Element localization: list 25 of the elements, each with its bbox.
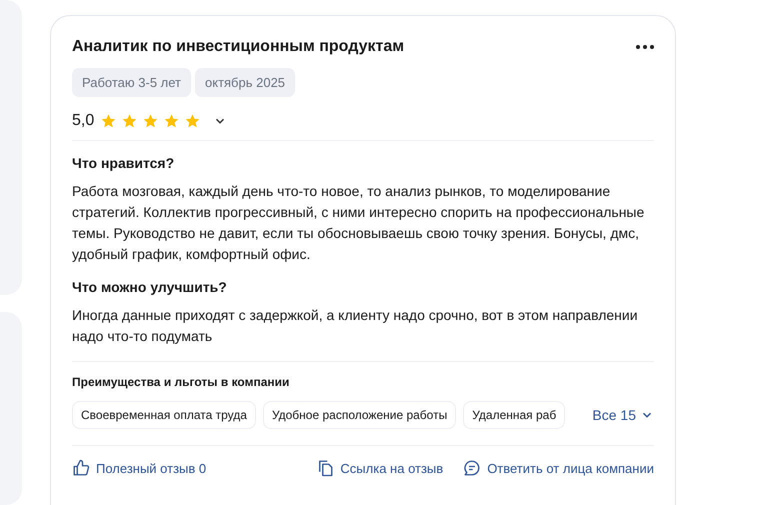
copy-icon — [316, 459, 334, 477]
star-icon — [184, 113, 202, 129]
more-icon[interactable] — [636, 45, 654, 49]
review-text: Работа мозговая, каждый день что-то новое, то анализ рынков, то моделирование стратегий. Коллектив прогрессивный, с ними интересно спорить на профессиональные темы. Руководство не давит, если ты обосновываешь свою точку зрения. Бонусы, дмс, удобный график, комфортный офис. — [72, 182, 646, 264]
review-title: Аналитик по инвестиционным продуктам — [72, 38, 404, 56]
section-heading: Что можно улучшить? — [72, 279, 228, 295]
section-heading: Что нравится? — [72, 155, 176, 171]
thumbs-up-icon — [72, 459, 90, 477]
like-button[interactable]: Полезный отзыв 0 — [72, 459, 206, 477]
link-button[interactable]: Ссылка на отзыв — [316, 459, 444, 477]
reply-button[interactable]: Ответить от лица компании — [463, 459, 654, 477]
review-tag: Работаю 3-5 лет — [72, 68, 191, 97]
rating-value: 5,0 — [72, 112, 94, 130]
star-icon — [100, 113, 118, 129]
chat-icon — [463, 459, 482, 477]
star-icon — [121, 113, 138, 129]
star-icon — [142, 113, 160, 129]
star-icon — [163, 113, 180, 129]
benefit-chip: Своевременная оплата труда — [72, 401, 256, 429]
review-text: Иногда данные приходят с задержкой, а клиенту надо срочно, вот в этом направлении надо что-то подумать — [72, 306, 639, 346]
review-tag: октябрь 2025 — [195, 68, 296, 97]
benefit-chip: Удаленная раб — [463, 401, 566, 429]
benefit-chip: Удобное расположение работы — [262, 401, 456, 429]
benefits-heading: Преимущества и льготы в компании — [72, 375, 290, 389]
show-all-button[interactable]: Все 15 — [592, 407, 654, 423]
